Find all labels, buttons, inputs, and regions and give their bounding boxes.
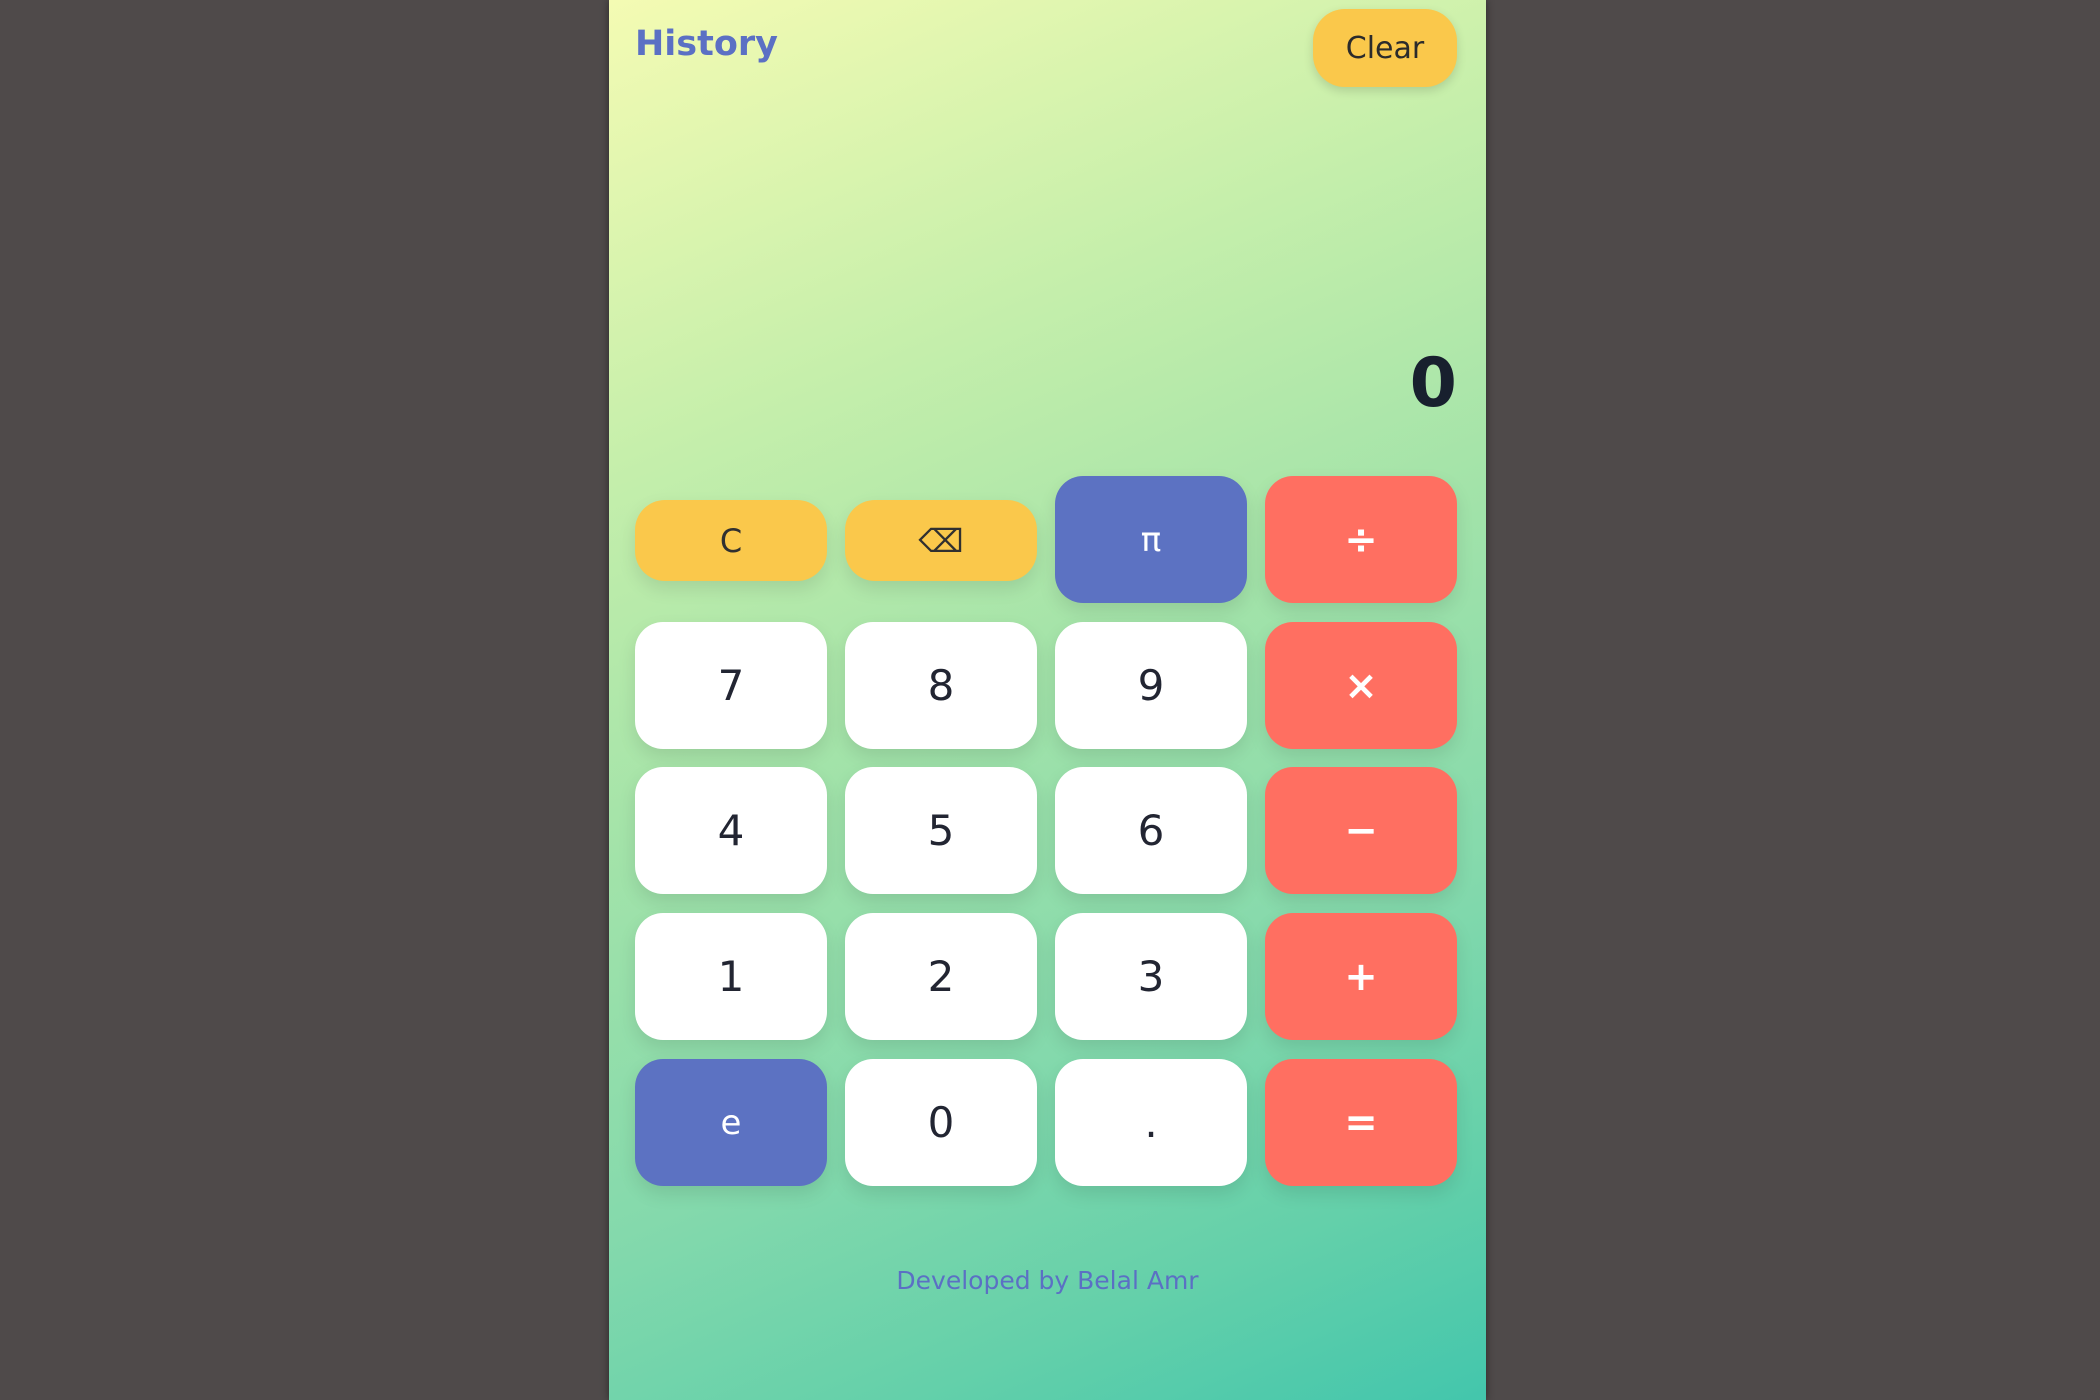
- history-title: History: [635, 24, 778, 64]
- footer-credit: Developed by Belal Amr: [896, 1266, 1199, 1295]
- digit-1-button[interactable]: 1: [635, 913, 827, 1040]
- digit-2-button[interactable]: 2: [845, 913, 1037, 1040]
- clear-history-button[interactable]: Clear: [1313, 9, 1457, 87]
- digit-9-button[interactable]: 9: [1055, 622, 1247, 749]
- calculator-app: History Clear 0 C ⌫ π ÷ 7 8 9 × 4 5 6 − …: [609, 0, 1486, 1400]
- euler-button[interactable]: e: [635, 1059, 827, 1186]
- clear-button[interactable]: C: [635, 500, 827, 581]
- pi-button[interactable]: π: [1055, 476, 1247, 603]
- digit-5-button[interactable]: 5: [845, 767, 1037, 894]
- multiply-button[interactable]: ×: [1265, 622, 1457, 749]
- digit-4-button[interactable]: 4: [635, 767, 827, 894]
- decimal-button[interactable]: .: [1055, 1059, 1247, 1186]
- equals-button[interactable]: =: [1265, 1059, 1457, 1186]
- backspace-button[interactable]: ⌫: [845, 500, 1037, 581]
- digit-0-button[interactable]: 0: [845, 1059, 1037, 1186]
- add-button[interactable]: +: [1265, 913, 1457, 1040]
- digit-3-button[interactable]: 3: [1055, 913, 1247, 1040]
- subtract-button[interactable]: −: [1265, 767, 1457, 894]
- digit-7-button[interactable]: 7: [635, 622, 827, 749]
- keypad: C ⌫ π ÷ 7 8 9 × 4 5 6 − 1 2 3 + e 0 . =: [635, 476, 1457, 1186]
- divide-button[interactable]: ÷: [1265, 476, 1457, 603]
- digit-8-button[interactable]: 8: [845, 622, 1037, 749]
- calculator-display: 0: [1409, 344, 1457, 423]
- digit-6-button[interactable]: 6: [1055, 767, 1247, 894]
